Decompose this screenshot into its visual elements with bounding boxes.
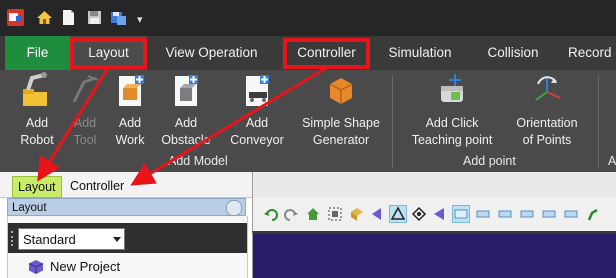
project-cube-icon	[28, 259, 44, 275]
ribbon-panel: Add Robot Add Tool Add Work Add Obstacle	[0, 70, 616, 173]
app-window: ▾ File Layout View Operation Controller …	[0, 0, 616, 278]
redo-icon[interactable]	[283, 206, 299, 222]
layout-panel-body: Standard New Project	[7, 216, 248, 278]
panel-tab-layout[interactable]: Layout	[12, 176, 62, 198]
orientation-of-points-button[interactable]: Orientation of Points	[510, 72, 584, 154]
pin-icon[interactable]	[226, 200, 242, 216]
add-obstacle-label-line2: Obstacle	[161, 133, 211, 147]
arrow-left-icon[interactable]	[369, 206, 385, 222]
home-view-icon[interactable]	[305, 206, 321, 222]
3d-viewport[interactable]	[252, 231, 616, 278]
add-tool-button[interactable]: Add Tool	[65, 72, 105, 154]
teaching-point-icon	[435, 72, 469, 108]
panel-tab-strip: Layout Controller	[0, 172, 252, 198]
highlight-layout-tab	[70, 38, 147, 69]
view-selector-toolbar: Standard	[8, 223, 247, 253]
orientation-label-line2: of Points	[522, 133, 572, 147]
highlight-controller-tab	[283, 38, 370, 69]
add-tool-label-line2: Tool	[73, 133, 97, 147]
tab-view-operation[interactable]: View Operation	[154, 36, 269, 70]
viewport-tab-strip	[252, 172, 616, 197]
add-obstacle-label-line1: Add	[174, 116, 198, 130]
tab-collision[interactable]: Collision	[478, 36, 548, 70]
layout-panel-header: Layout	[7, 198, 246, 216]
view-mode-dropdown[interactable]: Standard	[18, 228, 125, 250]
add-work-button[interactable]: Add Work	[110, 72, 150, 154]
add-click-teaching-point-button[interactable]: Add Click Teaching point	[412, 72, 492, 154]
robot-arm-folder-icon	[20, 72, 54, 108]
shape-generator-icon	[324, 72, 358, 108]
group-label-fragment: A	[608, 154, 616, 168]
work-icon	[113, 72, 147, 108]
view-front-icon[interactable]	[431, 206, 447, 222]
toolbar-grip-icon[interactable]	[11, 231, 16, 246]
save-as-icon[interactable]	[110, 9, 127, 26]
robot-view-icon[interactable]	[585, 206, 601, 222]
add-conveyor-label-line1: Add	[245, 116, 269, 130]
simple-shape-generator-button[interactable]: Simple Shape Generator	[302, 72, 380, 154]
grid-toggle-icon[interactable]	[452, 205, 470, 223]
add-work-label-line2: Work	[115, 133, 145, 147]
view-orientation-icon[interactable]	[389, 205, 407, 223]
shaded-view-icon[interactable]	[349, 206, 365, 222]
customize-toolbar-dropdown-icon[interactable]: ▾	[137, 13, 143, 26]
simple-shape-label-line1: Simple Shape	[302, 116, 380, 130]
teaching-point-label-line1: Add Click	[425, 116, 479, 130]
view-iso-icon[interactable]	[411, 206, 427, 222]
obstacle-icon	[169, 72, 203, 108]
add-conveyor-button[interactable]: Add Conveyor	[230, 72, 284, 154]
new-file-icon[interactable]	[60, 9, 77, 26]
layer-five-icon[interactable]	[563, 206, 579, 222]
tab-record[interactable]: Record	[568, 36, 616, 70]
tab-file[interactable]: File	[5, 36, 70, 70]
add-work-label-line1: Add	[118, 116, 142, 130]
undo-icon[interactable]	[263, 206, 279, 222]
tool-icon	[68, 72, 102, 108]
add-obstacle-button[interactable]: Add Obstacle	[161, 72, 211, 154]
add-tool-label-line1: Add	[73, 116, 97, 130]
layer-one-icon[interactable]	[475, 206, 491, 222]
add-conveyor-label-line2: Conveyor	[230, 133, 284, 147]
layer-four-icon[interactable]	[541, 206, 557, 222]
add-robot-label-line2: Robot	[20, 133, 54, 147]
chevron-down-icon	[113, 237, 121, 242]
ribbon-group-separator	[392, 76, 393, 168]
fit-view-icon[interactable]	[327, 206, 343, 222]
save-icon[interactable]	[86, 9, 103, 26]
orientation-icon	[530, 72, 564, 108]
add-robot-label-line1: Add	[25, 116, 49, 130]
teaching-point-label-line2: Teaching point	[411, 133, 493, 147]
view-mode-selected: Standard	[23, 232, 76, 247]
quick-access-toolbar: ▾	[0, 0, 616, 36]
group-label-add-model: Add Model	[168, 154, 228, 168]
group-label-add-point: Add point	[463, 154, 516, 168]
layout-panel-title: Layout	[12, 202, 47, 214]
viewport-toolbar	[252, 197, 616, 231]
tab-simulation[interactable]: Simulation	[380, 36, 460, 70]
app-logo-icon[interactable]	[7, 9, 24, 26]
orientation-label-line1: Orientation	[516, 116, 578, 130]
tree-item-new-project[interactable]: New Project	[28, 257, 120, 277]
home-icon[interactable]	[36, 9, 53, 26]
tree-item-label: New Project	[50, 259, 121, 274]
layer-three-icon[interactable]	[519, 206, 535, 222]
panel-tab-controller[interactable]: Controller	[65, 176, 129, 196]
layer-two-icon[interactable]	[497, 206, 513, 222]
ribbon-group-separator	[598, 76, 599, 168]
conveyor-icon	[240, 72, 274, 108]
simple-shape-label-line2: Generator	[312, 133, 370, 147]
add-robot-button[interactable]: Add Robot	[12, 72, 62, 154]
